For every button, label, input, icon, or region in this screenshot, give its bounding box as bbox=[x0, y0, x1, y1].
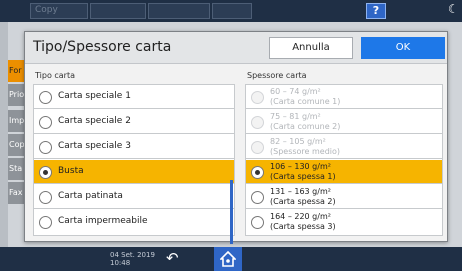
cancel-button[interactable]: Annulla bbox=[269, 37, 353, 59]
paper-type-item[interactable]: Carta patinata bbox=[34, 185, 234, 209]
radio-button-disabled bbox=[251, 116, 264, 129]
thickness-name: (Spessore medio) bbox=[270, 147, 341, 156]
help-button[interactable]: ? bbox=[366, 3, 386, 19]
thickness-text: 106 – 130 g/m² (Carta spessa 1) bbox=[270, 162, 336, 182]
thickness-text: 60 – 74 g/m² (Carta comune 1) bbox=[270, 87, 340, 107]
thickness-header: Spessore carta bbox=[247, 71, 307, 80]
status-field-2 bbox=[90, 3, 146, 19]
paper-type-item[interactable]: Carta speciale 3 bbox=[34, 135, 234, 159]
radio-button[interactable] bbox=[39, 116, 52, 129]
thickness-list: 60 – 74 g/m² (Carta comune 1) 75 – 81 g/… bbox=[245, 84, 443, 236]
thickness-item[interactable]: 164 – 220 g/m² (Carta spessa 3) bbox=[246, 210, 442, 234]
thickness-item-disabled: 75 – 81 g/m² (Carta comune 2) bbox=[246, 110, 442, 134]
paper-type-dialog: Tipo/Spessore carta Annulla OK Tipo cart… bbox=[24, 31, 448, 244]
paper-type-item[interactable]: Carta speciale 2 bbox=[34, 110, 234, 134]
paper-type-list: Carta speciale 1 Carta speciale 2 Carta … bbox=[33, 84, 235, 236]
thickness-name: (Carta spessa 3) bbox=[270, 222, 336, 231]
copy-field[interactable]: Copy bbox=[30, 3, 88, 19]
radio-button[interactable] bbox=[251, 216, 264, 229]
paper-type-label: Carta speciale 1 bbox=[58, 91, 131, 101]
radio-button[interactable] bbox=[251, 191, 264, 204]
paper-type-label: Carta speciale 2 bbox=[58, 116, 131, 126]
energy-saver-icon[interactable]: ☾ bbox=[448, 2, 462, 18]
paper-type-label: Busta bbox=[58, 166, 84, 176]
thickness-text: 164 – 220 g/m² (Carta spessa 3) bbox=[270, 212, 336, 232]
radio-button-checked[interactable] bbox=[251, 166, 264, 179]
status-field-4 bbox=[212, 3, 252, 19]
paper-type-header: Tipo carta bbox=[35, 71, 76, 80]
date-text: 04 Set. 2019 bbox=[110, 251, 155, 259]
thickness-range: 82 – 105 g/m² bbox=[270, 137, 326, 146]
thickness-range: 75 – 81 g/m² bbox=[270, 112, 321, 121]
radio-button[interactable] bbox=[39, 91, 52, 104]
thickness-name: (Carta comune 2) bbox=[270, 122, 341, 131]
thickness-item-disabled: 60 – 74 g/m² (Carta comune 1) bbox=[246, 85, 442, 109]
thickness-range: 60 – 74 g/m² bbox=[270, 87, 321, 96]
paper-type-item[interactable]: Carta speciale 1 bbox=[34, 85, 234, 109]
radio-button-disabled bbox=[251, 141, 264, 154]
thickness-range: 131 – 163 g/m² bbox=[270, 187, 331, 196]
time-text: 10:48 bbox=[110, 259, 131, 267]
paper-type-item-selected[interactable]: Busta bbox=[34, 160, 234, 184]
top-status-bar: Copy ? ☾ bbox=[0, 0, 462, 22]
paper-type-scrollbar[interactable] bbox=[230, 180, 233, 244]
dialog-title: Tipo/Spessore carta bbox=[33, 39, 172, 55]
radio-button[interactable] bbox=[39, 191, 52, 204]
thickness-text: 75 – 81 g/m² (Carta comune 2) bbox=[270, 112, 340, 132]
paper-type-label: Carta speciale 3 bbox=[58, 141, 131, 151]
paper-type-label: Carta patinata bbox=[58, 191, 123, 201]
thickness-range: 106 – 130 g/m² bbox=[270, 162, 331, 171]
dialog-header: Tipo/Spessore carta Annulla OK bbox=[25, 32, 447, 64]
ok-button[interactable]: OK bbox=[361, 37, 445, 59]
home-button[interactable] bbox=[214, 247, 242, 271]
thickness-text: 131 – 163 g/m² (Carta spessa 2) bbox=[270, 187, 336, 207]
thickness-name: (Carta comune 1) bbox=[270, 97, 341, 106]
copy-field-label: Copy bbox=[35, 5, 58, 15]
radio-button-disabled bbox=[251, 91, 264, 104]
radio-button-checked[interactable] bbox=[39, 166, 52, 179]
thickness-text: 82 – 105 g/m² (Spessore medio) bbox=[270, 137, 340, 157]
paper-type-label: Carta impermeabile bbox=[58, 216, 148, 226]
home-icon bbox=[220, 251, 236, 267]
thickness-item-disabled: 82 – 105 g/m² (Spessore medio) bbox=[246, 135, 442, 159]
status-field-3 bbox=[148, 3, 210, 19]
radio-button[interactable] bbox=[39, 216, 52, 229]
bottom-bar: 04 Set. 2019 10:48 ↶ bbox=[0, 247, 462, 271]
thickness-name: (Carta spessa 1) bbox=[270, 172, 336, 181]
thickness-range: 164 – 220 g/m² bbox=[270, 212, 331, 221]
paper-type-item[interactable]: Carta impermeabile bbox=[34, 210, 234, 234]
back-icon[interactable]: ↶ bbox=[166, 249, 179, 267]
radio-button[interactable] bbox=[39, 141, 52, 154]
thickness-item-selected[interactable]: 106 – 130 g/m² (Carta spessa 1) bbox=[246, 160, 442, 184]
thickness-item[interactable]: 131 – 163 g/m² (Carta spessa 2) bbox=[246, 185, 442, 209]
thickness-name: (Carta spessa 2) bbox=[270, 197, 336, 206]
date-time: 04 Set. 2019 10:48 bbox=[110, 251, 155, 267]
